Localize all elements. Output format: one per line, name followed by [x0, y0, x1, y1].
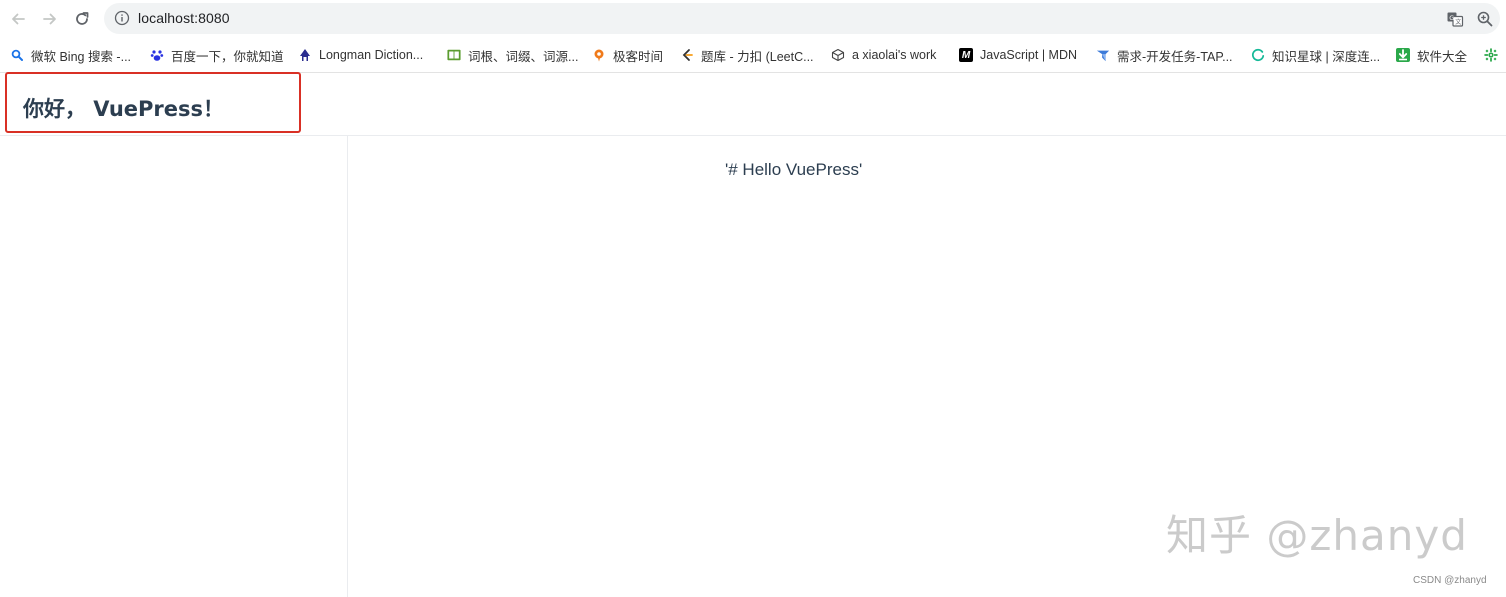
forward-button[interactable]: [38, 7, 62, 31]
site-navbar: 你好， VuePress！: [0, 73, 1506, 136]
bookmark-baidu[interactable]: 百度一下，你就知道: [150, 46, 284, 64]
bookmark-label: 知识星球 | 深度连...: [1272, 49, 1381, 64]
mdn-icon: M: [959, 48, 973, 62]
geektime-icon: [592, 48, 606, 62]
bookmarks-bar: 微软 Bing 搜索 -... 百度一下，你就知道 Longman Dictio…: [0, 38, 1506, 73]
download-icon: [1396, 48, 1410, 62]
bookmark-leetcode[interactable]: 题库 - 力扣 (LeetC...: [680, 46, 814, 64]
back-arrow-icon: [12, 13, 25, 25]
info-icon[interactable]: [114, 10, 130, 26]
bookmark-tapd[interactable]: 需求-开发任务-TAP...: [1096, 46, 1233, 64]
url-text[interactable]: localhost:8080: [138, 10, 230, 26]
leetcode-icon: [680, 48, 694, 62]
longman-icon: [298, 48, 312, 62]
csdn-credit: CSDN @zhanyd: [1413, 575, 1487, 586]
bookmark-longman[interactable]: Longman Diction...: [298, 46, 423, 64]
bookmark-label: 极客时间: [613, 49, 664, 64]
bookmark-more[interactable]: [1484, 46, 1498, 64]
address-bar[interactable]: localhost:8080 G文: [104, 3, 1500, 34]
cube-icon: [831, 48, 845, 62]
zsxq-ring-icon: [1251, 48, 1265, 62]
back-button[interactable]: [6, 7, 30, 31]
bookmark-software[interactable]: 软件大全: [1396, 46, 1467, 64]
bookmark-mdn[interactable]: M JavaScript | MDN: [959, 46, 1077, 64]
bookmark-etymology[interactable]: 词根、词缀、词源...: [447, 46, 578, 64]
forward-arrow-icon: [43, 13, 56, 25]
site-title[interactable]: 你好， VuePress！: [23, 93, 224, 123]
zhihu-watermark: 知乎 @zhanyd: [1166, 511, 1468, 560]
sidebar: [0, 136, 348, 597]
bookmark-zsxq[interactable]: 知识星球 | 深度连...: [1251, 46, 1380, 64]
tapd-icon: [1096, 48, 1110, 62]
svg-text:文: 文: [1455, 18, 1461, 26]
bookmark-label: 微软 Bing 搜索 -...: [31, 49, 132, 64]
bing-search-icon: [10, 48, 24, 62]
bookmark-geektime[interactable]: 极客时间: [592, 46, 663, 64]
browser-toolbar: localhost:8080 G文: [0, 0, 1506, 38]
bookmark-label: 题库 - 力扣 (LeetC...: [701, 49, 814, 64]
reload-button[interactable]: [70, 7, 94, 31]
bookmark-label: JavaScript | MDN: [980, 48, 1078, 62]
svg-text:G: G: [1449, 14, 1454, 22]
bookmark-label: 软件大全: [1417, 49, 1468, 64]
bookmark-label: Longman Diction...: [319, 48, 424, 62]
translate-icon[interactable]: G文: [1446, 10, 1464, 28]
zoom-icon[interactable]: [1476, 10, 1494, 28]
gear-flower-icon: [1484, 48, 1498, 62]
etymology-book-icon: [447, 48, 461, 62]
bookmark-bing[interactable]: 微软 Bing 搜索 -...: [10, 46, 131, 64]
bookmark-label: 词根、词缀、词源...: [468, 49, 579, 64]
reload-icon: [76, 12, 89, 25]
bookmark-xiaolai[interactable]: a xiaolai's work: [831, 46, 936, 64]
bookmark-label: 百度一下，你就知道: [171, 49, 284, 64]
bookmark-label: 需求-开发任务-TAP...: [1117, 49, 1233, 64]
baidu-paw-icon: [150, 48, 164, 62]
bookmark-label: a xiaolai's work: [852, 48, 937, 62]
content-text: '# Hello VuePress': [725, 160, 863, 179]
